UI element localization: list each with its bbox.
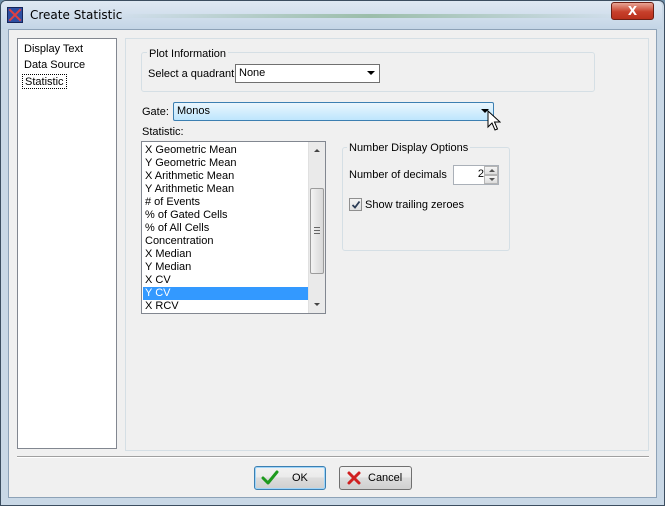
chevron-down-icon	[489, 178, 495, 181]
list-item[interactable]: X RCV	[143, 300, 308, 313]
list-item[interactable]: % of All Cells	[143, 222, 308, 235]
gate-select-value: Monos	[177, 105, 211, 117]
list-item[interactable]: # of Events	[143, 196, 308, 209]
chevron-down-icon	[367, 71, 375, 75]
mouse-pointer-icon	[487, 110, 501, 131]
stepper-up-button[interactable]	[484, 166, 498, 175]
ok-button-label: OK	[292, 472, 308, 484]
scroll-up-arrow-icon[interactable]	[314, 149, 320, 152]
list-item[interactable]: Y Median	[143, 261, 308, 274]
quadrant-select[interactable]: None	[235, 64, 380, 83]
list-item[interactable]: % of Gated Cells	[143, 209, 308, 222]
scrollbar-grip-icon	[314, 227, 320, 234]
dialog-separator	[17, 456, 649, 458]
decimals-value[interactable]: 2	[454, 168, 484, 180]
list-item[interactable]: X Median	[143, 248, 308, 261]
stepper-down-button[interactable]	[484, 175, 498, 184]
statistic-list[interactable]: X Geometric Mean Y Geometric Mean X Arit…	[141, 141, 326, 314]
gate-select[interactable]: Monos	[173, 102, 494, 121]
cancel-button-label: Cancel	[368, 472, 403, 484]
list-item[interactable]: Concentration	[143, 235, 308, 248]
decimals-label: Number of decimals	[349, 169, 447, 181]
gate-label: Gate:	[142, 106, 169, 118]
scrollbar-thumb[interactable]	[310, 188, 324, 274]
plot-information-label: Plot Information	[147, 48, 229, 60]
close-button[interactable]: X	[611, 2, 654, 20]
x-icon	[347, 471, 361, 485]
statistic-list-scrollbar[interactable]	[308, 142, 325, 313]
list-item[interactable]: Y Arithmetic Mean	[143, 183, 308, 196]
show-trailing-zeroes-label: Show trailing zeroes	[365, 199, 465, 211]
statistic-label: Statistic:	[142, 126, 184, 138]
page-item-statistic[interactable]: Statistic	[22, 74, 67, 89]
scroll-down-arrow-icon[interactable]	[314, 303, 320, 306]
list-item-selected[interactable]: Y CV	[143, 287, 308, 300]
ok-button[interactable]: OK	[254, 466, 326, 490]
app-logo-icon	[7, 7, 23, 23]
cancel-button[interactable]: Cancel	[339, 466, 412, 490]
page-item-data-source[interactable]: Data Source	[22, 58, 87, 73]
checkmark-icon	[261, 470, 279, 485]
quadrant-label: Select a quadrant	[148, 68, 235, 80]
number-display-options-label: Number Display Options	[347, 142, 471, 154]
page-item-display-text[interactable]: Display Text	[22, 42, 85, 57]
show-trailing-zeroes-checkbox[interactable]	[349, 198, 362, 211]
list-item[interactable]: X Geometric Mean	[143, 144, 308, 157]
chevron-up-icon	[489, 169, 495, 172]
page-list: Display Text Data Source Statistic	[17, 38, 117, 449]
checkmark-icon	[351, 200, 361, 209]
title-bar-decoration	[120, 14, 620, 18]
list-item[interactable]: X Arithmetic Mean	[143, 170, 308, 183]
window-title: Create Statistic	[30, 8, 123, 22]
quadrant-select-value: None	[239, 67, 266, 79]
list-item[interactable]: X CV	[143, 274, 308, 287]
list-item[interactable]: Y Geometric Mean	[143, 157, 308, 170]
decimals-stepper[interactable]: 2	[453, 165, 499, 185]
